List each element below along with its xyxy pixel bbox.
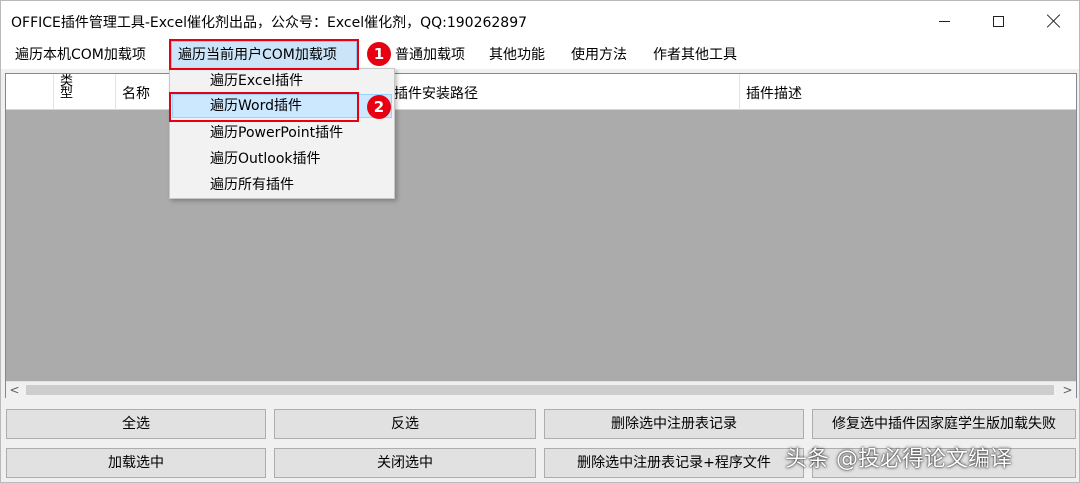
dropdown-item-powerpoint[interactable]: 遍历PowerPoint插件 bbox=[172, 121, 392, 145]
close-icon bbox=[1047, 14, 1061, 28]
delete-registry-and-files-button[interactable]: 删除选中注册表记录+程序文件 bbox=[544, 448, 804, 478]
minimize-icon bbox=[938, 20, 950, 22]
menu-usage[interactable]: 使用方法 bbox=[571, 41, 627, 69]
maximize-button[interactable] bbox=[973, 1, 1023, 41]
column-header-type[interactable]: 类型 bbox=[54, 74, 116, 110]
title-bar: OFFICE插件管理工具-Excel催化剂出品，公众号：Excel催化剂，QQ:… bbox=[1, 1, 1079, 41]
menu-author-tools[interactable]: 作者其他工具 bbox=[653, 41, 737, 69]
load-selected-button[interactable]: 加载选中 bbox=[6, 448, 266, 478]
addin-dropdown-menu: 遍历Excel插件 遍历Word插件 遍历PowerPoint插件 遍历Outl… bbox=[169, 68, 395, 199]
annotation-badge-step1: 1 bbox=[367, 42, 391, 66]
dropdown-item-all[interactable]: 遍历所有插件 bbox=[172, 173, 392, 197]
watermark: 头条 @投必得论文编译 bbox=[785, 447, 1012, 472]
scroll-right-arrow-icon[interactable]: > bbox=[1059, 382, 1076, 399]
annotation-box-step2 bbox=[169, 92, 359, 122]
select-all-button[interactable]: 全选 bbox=[6, 409, 266, 439]
scroll-thumb[interactable] bbox=[26, 385, 1054, 395]
invert-selection-button[interactable]: 反选 bbox=[274, 409, 536, 439]
dropdown-item-outlook[interactable]: 遍历Outlook插件 bbox=[172, 147, 392, 171]
annotation-badge-step2: 2 bbox=[367, 95, 391, 119]
column-header-install-path[interactable]: 插件安装路径 bbox=[388, 74, 740, 110]
menu-normal-addins[interactable]: 普通加载项 bbox=[395, 41, 465, 69]
scroll-left-arrow-icon[interactable]: < bbox=[6, 382, 23, 399]
menu-bar: 遍历本机COM加载项 遍历当前用户COM加载项 普通加载项 其他功能 使用方法 … bbox=[1, 41, 1079, 69]
repair-addin-button[interactable]: 修复选中插件因家庭学生版加载失败 bbox=[812, 409, 1076, 439]
menu-other-functions[interactable]: 其他功能 bbox=[489, 41, 545, 69]
app-window: OFFICE插件管理工具-Excel催化剂出品，公众号：Excel催化剂，QQ:… bbox=[0, 0, 1080, 483]
menu-local-com-addins[interactable]: 遍历本机COM加载项 bbox=[15, 41, 146, 69]
delete-registry-button[interactable]: 删除选中注册表记录 bbox=[544, 409, 804, 439]
dropdown-item-excel[interactable]: 遍历Excel插件 bbox=[172, 69, 392, 93]
minimize-button[interactable] bbox=[919, 1, 969, 41]
maximize-icon bbox=[992, 15, 1004, 27]
close-selected-button[interactable]: 关闭选中 bbox=[274, 448, 536, 478]
column-header-row-selector[interactable] bbox=[6, 74, 54, 110]
window-title: OFFICE插件管理工具-Excel催化剂出品，公众号：Excel催化剂，QQ:… bbox=[11, 15, 528, 31]
close-button[interactable] bbox=[1029, 1, 1079, 41]
annotation-box-step1 bbox=[169, 39, 359, 70]
column-header-description[interactable]: 插件描述 bbox=[740, 74, 1076, 110]
horizontal-scrollbar[interactable]: < > bbox=[6, 381, 1076, 398]
addin-grid[interactable]: 类型 名称 插件安装路径 插件描述 < > bbox=[5, 73, 1077, 398]
grid-header: 类型 名称 插件安装路径 插件描述 bbox=[6, 74, 1076, 110]
